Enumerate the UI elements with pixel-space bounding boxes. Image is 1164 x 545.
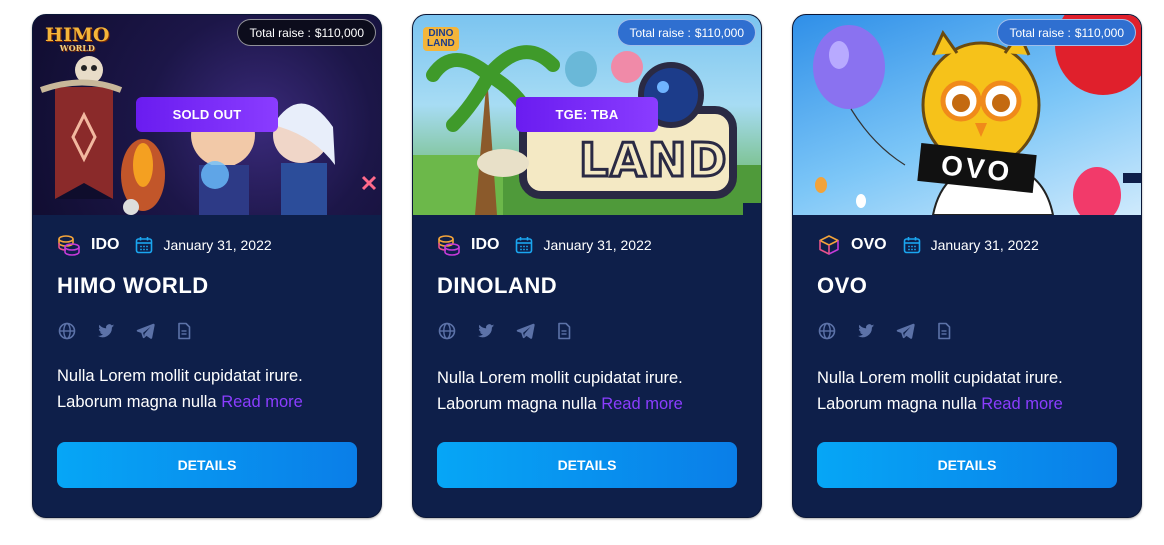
- details-button[interactable]: DETAILS: [437, 442, 737, 488]
- calendar-icon: [903, 236, 921, 254]
- banner-art-lettering: LAND: [578, 132, 729, 189]
- twitter-icon[interactable]: [96, 321, 116, 341]
- total-raise-value: $110,000: [1074, 25, 1124, 40]
- project-logo: DINO LAND: [423, 27, 459, 51]
- sale-type-label: OVO: [851, 236, 887, 253]
- project-title: HIMO WORLD: [57, 273, 209, 298]
- project-title: OVO: [817, 273, 868, 298]
- globe-icon[interactable]: [57, 321, 77, 341]
- social-links: [817, 321, 954, 341]
- total-raise-label: Total raise :: [249, 25, 311, 40]
- calendar-icon: [135, 236, 153, 254]
- globe-icon[interactable]: [437, 321, 457, 341]
- social-links: [57, 321, 194, 341]
- coin-stack-icon: [437, 233, 461, 257]
- box-icon: [817, 233, 841, 257]
- project-logo: HIMO WORLD: [45, 24, 110, 53]
- document-icon[interactable]: [554, 321, 574, 341]
- sale-date: January 31, 2022: [930, 237, 1039, 253]
- document-icon[interactable]: [174, 321, 194, 341]
- total-raise-badge: Total raise : $110,000: [997, 19, 1136, 46]
- total-raise-badge: Total raise : $110,000: [617, 19, 756, 46]
- project-description: Nulla Lorem mollit cupidatat irure. Labo…: [817, 369, 1063, 413]
- telegram-icon[interactable]: [515, 321, 535, 341]
- document-icon[interactable]: [934, 321, 954, 341]
- project-description: Nulla Lorem mollit cupidatat irure. Labo…: [437, 369, 683, 413]
- total-raise-label: Total raise :: [629, 25, 691, 40]
- card-meta: OVO January 31, 2022: [817, 233, 1039, 257]
- card-banner: HIMO WORLD Total raise : $110,000 SOLD O…: [33, 15, 381, 215]
- sale-date: January 31, 2022: [163, 237, 272, 253]
- project-card[interactable]: HIMO WORLD Total raise : $110,000 SOLD O…: [32, 14, 382, 518]
- calendar-icon: [515, 236, 533, 254]
- project-card[interactable]: LAND DINO LAND Total raise : $110,000 TGE…: [412, 14, 762, 518]
- details-button[interactable]: DETAILS: [57, 442, 357, 488]
- social-links: [437, 321, 574, 341]
- total-raise-label: Total raise :: [1009, 25, 1071, 40]
- read-more-link[interactable]: Read more: [221, 393, 303, 411]
- coin-stack-icon: [57, 233, 81, 257]
- total-raise-badge: Total raise : $110,000: [237, 19, 376, 46]
- telegram-icon[interactable]: [895, 321, 915, 341]
- total-raise-value: $110,000: [694, 25, 744, 40]
- sale-type-label: IDO: [471, 236, 500, 253]
- read-more-link[interactable]: Read more: [981, 395, 1063, 413]
- globe-icon[interactable]: [817, 321, 837, 341]
- project-description: Nulla Lorem mollit cupidatat irure. Labo…: [57, 367, 303, 411]
- twitter-icon[interactable]: [476, 321, 496, 341]
- status-badge: TGE: TBA: [516, 97, 658, 132]
- telegram-icon[interactable]: [135, 321, 155, 341]
- card-banner: LAND DINO LAND Total raise : $110,000 TGE…: [413, 15, 761, 215]
- read-more-link[interactable]: Read more: [601, 395, 683, 413]
- total-raise-value: $110,000: [314, 25, 364, 40]
- sale-type-label: IDO: [91, 236, 120, 253]
- twitter-icon[interactable]: [856, 321, 876, 341]
- project-card[interactable]: OVO Total raise : $110,000 OVO January 3…: [792, 14, 1142, 518]
- sale-date: January 31, 2022: [543, 237, 652, 253]
- card-meta: IDO January 31, 2022: [57, 233, 272, 257]
- status-badge: SOLD OUT: [136, 97, 278, 132]
- card-banner: OVO Total raise : $110,000: [793, 15, 1141, 215]
- project-title: DINOLAND: [437, 273, 558, 298]
- card-meta: IDO January 31, 2022: [437, 233, 652, 257]
- details-button[interactable]: DETAILS: [817, 442, 1117, 488]
